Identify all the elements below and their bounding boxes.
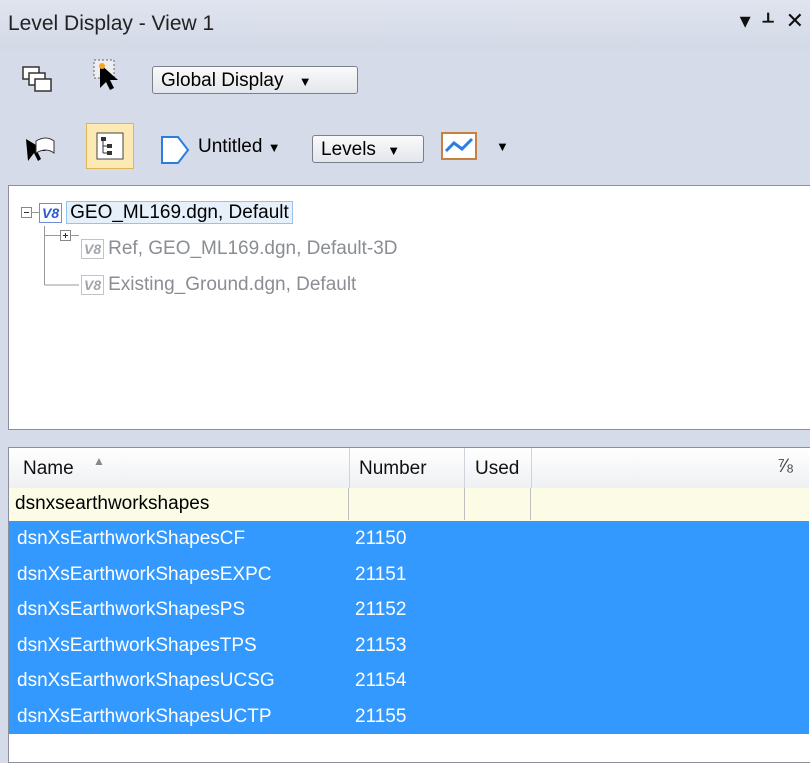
level-row[interactable]: dsnXsEarthworkShapesEXPC 21151 <box>9 557 809 593</box>
reference-tree: V8 GEO_ML169.dgn, Default V8 Ref, GEO_ML16… <box>8 185 810 430</box>
pin-button[interactable]: ᚆ <box>763 8 774 34</box>
column-divider[interactable] <box>349 448 350 488</box>
sort-ascending-icon: ▲ <box>93 454 105 468</box>
list-header: Name ▲ Number Used ⅞ <box>9 448 809 489</box>
level-symbology-icon[interactable] <box>22 133 56 167</box>
tree-node-label: Ref, GEO_ML169.dgn, Default-3D <box>108 238 398 259</box>
column-header-used[interactable]: Used <box>475 458 519 480</box>
tree-node-reference[interactable]: V8 Ref, GEO_ML169.dgn, Default-3D <box>81 238 398 260</box>
filter-number-input[interactable] <box>349 488 465 520</box>
level-number: 21150 <box>355 528 407 549</box>
view-filter-icon <box>161 136 190 164</box>
filter-name-input[interactable]: dsnxsearthworkshapes <box>9 488 349 520</box>
level-name: dsnXsEarthworkShapesCF <box>17 528 246 549</box>
level-number: 21154 <box>355 670 407 691</box>
copy-views-icon[interactable] <box>20 62 54 96</box>
title-bar: Level Display - View 1 ▾ ᚆ ✕ <box>0 0 810 50</box>
levels-list: Name ▲ Number Used ⅞ dsnxsearthworkshape… <box>8 447 810 763</box>
tree-node-reference[interactable]: V8 Existing_Ground.dgn, Default <box>81 274 356 296</box>
column-header-name[interactable]: Name <box>23 458 74 480</box>
tree-node-label: Existing_Ground.dgn, Default <box>108 274 357 295</box>
toolbar-top: Global Display ▼ <box>0 50 810 110</box>
display-mode-label: Global Display <box>161 70 284 91</box>
level-row[interactable]: dsnXsEarthworkShapesUCSG 21154 <box>9 663 809 699</box>
chevron-down-icon: ▼ <box>267 140 281 155</box>
window-menu-button[interactable]: ▾ <box>740 8 751 34</box>
microstation-v8-icon: V8 <box>39 203 63 223</box>
levels-view-toggle[interactable] <box>86 123 134 169</box>
level-name: dsnXsEarthworkShapesPS <box>17 599 246 620</box>
window-controls: ▾ ᚆ ✕ <box>740 8 804 34</box>
display-options-icon[interactable] <box>440 129 480 163</box>
column-divider[interactable] <box>531 448 532 488</box>
level-row[interactable]: dsnXsEarthworkShapesTPS 21153 <box>9 628 809 664</box>
level-number: 21153 <box>355 634 407 656</box>
level-row[interactable]: dsnXsEarthworkShapesPS 21152 <box>9 592 809 628</box>
display-mode-dropdown[interactable]: Global Display ▼ <box>152 66 358 94</box>
microstation-v8-icon: V8 <box>81 275 105 295</box>
view-name-label: Untitled <box>198 136 263 157</box>
close-button[interactable]: ✕ <box>786 8 804 34</box>
window-title: Level Display - View 1 <box>8 12 215 35</box>
view-name-dropdown[interactable]: Untitled ▼ <box>198 136 281 158</box>
toolbar-bottom: Untitled ▼ Levels ▼ ▼ <box>0 115 810 175</box>
select-levels-icon[interactable] <box>92 58 126 92</box>
level-rows: dsnXsEarthworkShapesCF 21150 dsnXsEarthwor… <box>9 521 809 734</box>
level-number: 21151 <box>355 563 407 585</box>
column-header-number[interactable]: Number <box>359 458 427 480</box>
chevron-down-icon: ▼ <box>298 74 312 89</box>
level-name: dsnXsEarthworkShapesTPS <box>17 634 257 656</box>
level-name: dsnXsEarthworkShapesUCTP <box>17 705 272 727</box>
column-divider[interactable] <box>464 448 465 488</box>
levels-mode-label: Levels <box>321 139 376 160</box>
filter-row: dsnxsearthworkshapes <box>9 488 809 522</box>
level-name: dsnXsEarthworkShapesUCSG <box>17 670 275 691</box>
tree-node-root[interactable]: V8 GEO_ML169.dgn, Default <box>39 201 293 224</box>
tree-view-icon <box>96 132 124 160</box>
levels-mode-dropdown[interactable]: Levels ▼ <box>312 135 424 163</box>
chevron-down-icon: ▼ <box>387 143 401 158</box>
column-chooser-icon[interactable]: ⅞ <box>777 456 793 478</box>
microstation-v8-icon: V8 <box>81 239 105 259</box>
level-row[interactable]: dsnXsEarthworkShapesUCTP 21155 <box>9 699 809 735</box>
filter-used-input[interactable] <box>465 488 531 520</box>
level-number: 21152 <box>355 599 407 620</box>
level-number: 21155 <box>355 705 407 727</box>
level-name: dsnXsEarthworkShapesEXPC <box>17 563 272 585</box>
tree-node-label: GEO_ML169.dgn, Default <box>66 201 293 224</box>
chevron-down-icon[interactable]: ▼ <box>496 139 509 154</box>
level-row[interactable]: dsnXsEarthworkShapesCF 21150 <box>9 521 809 557</box>
